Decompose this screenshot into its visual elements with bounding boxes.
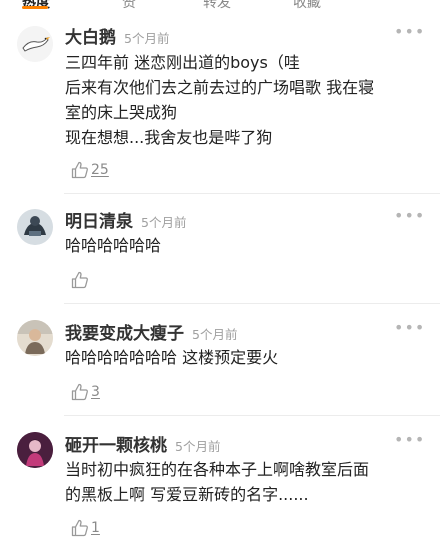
comment-line: 的黑板上啊 写爱豆新砖的名字...... [65, 485, 309, 504]
comment-time: 5个月前 [175, 439, 221, 454]
thumbs-up-icon [71, 271, 88, 289]
comment-line: 后来有次他们去之前去过的广场唱歌 我在寝 [65, 78, 375, 97]
like-button[interactable]: 3 [70, 381, 100, 403]
tab-likes[interactable]: 赞 [122, 0, 136, 10]
comment-time: 5个月前 [124, 31, 170, 46]
person-avatar[interactable] [17, 320, 53, 356]
more-options-icon[interactable]: ••• [394, 430, 425, 449]
comment-author[interactable]: 我要变成大瘦子 5个月前 [65, 319, 237, 344]
purple-avatar[interactable] [17, 432, 53, 468]
like-count: 1 [91, 520, 100, 536]
divider [64, 303, 440, 304]
dark-figure-avatar[interactable] [17, 209, 53, 245]
comment-text: 当时初中疯狂的在各种本子上啊啥教室后面 的黑板上啊 写爱豆新砖的名字...... [65, 457, 430, 507]
comment-line: 哈哈哈哈哈哈哈 这楼预定要火 [65, 348, 279, 367]
like-button[interactable]: 1 [70, 517, 100, 539]
comment-text: 哈哈哈哈哈哈 [65, 233, 430, 258]
tab-bar: 热度 赞 转发 收藏 [0, 0, 440, 10]
comment-author[interactable]: 砸开一颗核桃 5个月前 [65, 431, 220, 456]
person-icon [17, 320, 53, 356]
thumbs-up-icon [71, 383, 88, 401]
comment-line: 现在想想...我舍友也是哔了狗 [65, 128, 273, 147]
comment-line: 哈哈哈哈哈哈 [65, 236, 162, 255]
like-count: 3 [91, 384, 100, 400]
tab-reposts[interactable]: 转发 [203, 0, 231, 10]
figure-icon [17, 209, 53, 245]
comment-line: 三四年前 迷恋刚出道的boys（哇 [65, 53, 300, 72]
goose-avatar[interactable] [17, 26, 53, 62]
thumbs-up-icon [71, 161, 88, 179]
divider [64, 415, 440, 416]
author-name[interactable]: 砸开一颗核桃 [65, 436, 167, 456]
comment-line: 室的床上哭成狗 [65, 103, 178, 122]
thumbs-up-icon [71, 519, 88, 537]
like-button[interactable]: 25 [70, 159, 109, 181]
comment-author[interactable]: 明日清泉 5个月前 [65, 207, 186, 232]
like-count: 25 [91, 162, 109, 178]
more-options-icon[interactable]: ••• [394, 22, 425, 41]
tab-favorites[interactable]: 收藏 [293, 0, 321, 10]
comment-time: 5个月前 [192, 327, 238, 342]
comment-text: 三四年前 迷恋刚出道的boys（哇 后来有次他们去之前去过的广场唱歌 我在寝 室… [65, 50, 430, 150]
like-button[interactable] [70, 269, 91, 291]
comment-author[interactable]: 大白鹅 5个月前 [65, 23, 169, 48]
author-name[interactable]: 我要变成大瘦子 [65, 324, 184, 344]
author-name[interactable]: 明日清泉 [65, 212, 133, 232]
more-options-icon[interactable]: ••• [394, 206, 425, 225]
comment-line: 当时初中疯狂的在各种本子上啊啥教室后面 [65, 460, 370, 479]
character-icon [17, 432, 53, 468]
comment-time: 5个月前 [141, 215, 187, 230]
author-name[interactable]: 大白鹅 [65, 28, 116, 48]
active-tab-indicator [22, 6, 48, 9]
more-options-icon[interactable]: ••• [394, 318, 425, 337]
comment-text: 哈哈哈哈哈哈哈 这楼预定要火 [65, 345, 430, 370]
goose-icon [17, 26, 53, 62]
divider [64, 193, 440, 194]
